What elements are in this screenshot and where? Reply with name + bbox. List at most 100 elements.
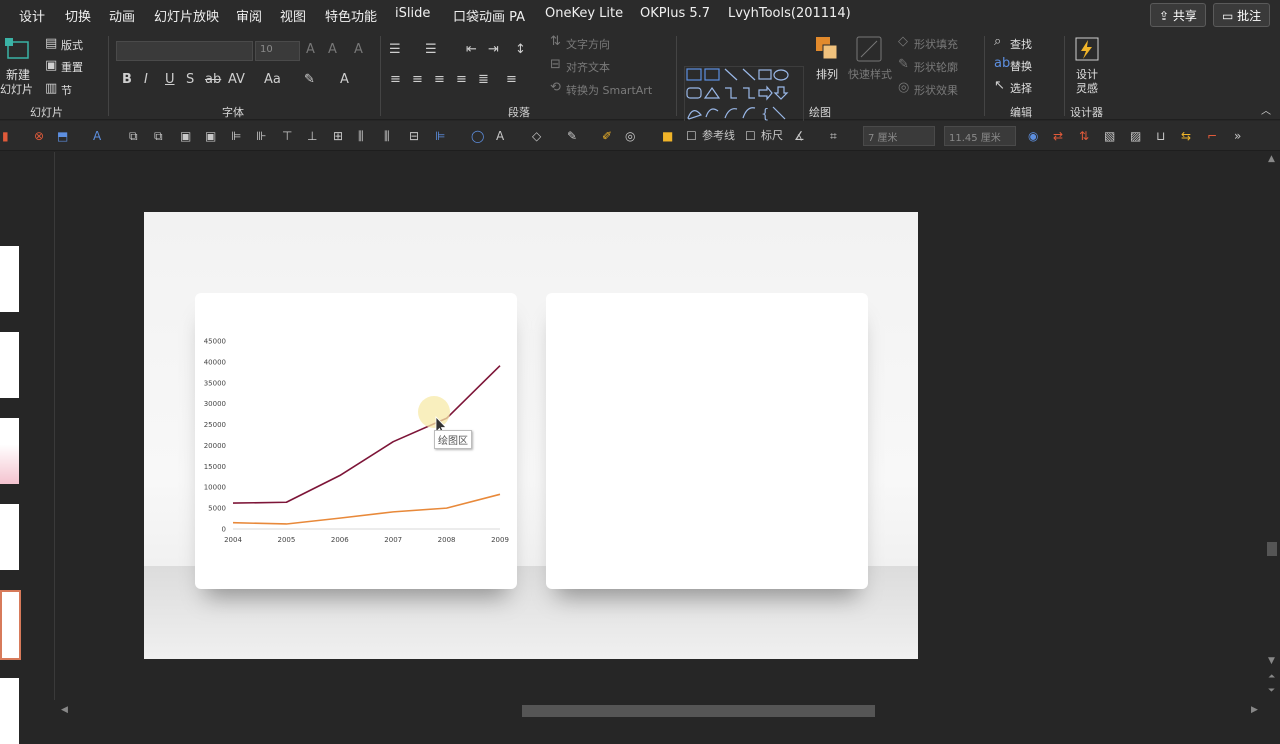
rotate-icon[interactable]: ∡ — [794, 129, 805, 143]
increase-indent-icon[interactable]: ⇥ — [488, 43, 499, 57]
menu-animations[interactable]: 动画 — [109, 6, 135, 25]
line-spacing-icon[interactable]: ↕ — [515, 43, 526, 57]
menu-islide[interactable]: iSlide — [395, 6, 430, 21]
replace-button[interactable]: 替换 — [1010, 58, 1032, 74]
size-tool-icon[interactable]: ⊔ — [1156, 129, 1165, 143]
vertical-scrollbar[interactable]: ▲ ▼ ⏶ ⏷ — [1264, 152, 1280, 700]
find-button[interactable]: 查找 — [1010, 36, 1032, 52]
align-middle-icon[interactable]: ⊞ — [333, 129, 343, 143]
distribute-v-icon[interactable]: ⫼ — [384, 129, 390, 143]
bullets-icon[interactable]: ☰ — [389, 43, 401, 57]
slide-thumbnail-selected[interactable] — [0, 590, 21, 660]
align-right-icon[interactable]: ≡ — [434, 73, 445, 87]
slide-thumbnail[interactable] — [0, 418, 19, 484]
scroll-right-icon[interactable]: ▶ — [1251, 705, 1258, 715]
menu-onekey-lite[interactable]: OneKey Lite — [545, 6, 623, 21]
text-color-icon[interactable]: A — [496, 129, 504, 143]
select-button[interactable]: 选择 — [1010, 80, 1032, 96]
italic-icon[interactable]: I — [144, 73, 148, 87]
more-tools-icon[interactable]: » — [1234, 129, 1241, 143]
font-color-icon[interactable]: A — [340, 73, 349, 87]
horizontal-scroll-thumb[interactable] — [522, 705, 875, 717]
quick-styles-icon[interactable] — [855, 35, 883, 65]
shape-width-field[interactable]: 11.45 厘米 — [944, 126, 1016, 146]
font-size-combo[interactable]: 10 — [255, 41, 300, 61]
ex-tool-icon[interactable]: ⊗ — [34, 129, 44, 143]
fill-bucket-icon[interactable]: ◇ — [532, 129, 541, 143]
change-case-icon[interactable]: Aa — [264, 73, 281, 87]
slide-thumbnail[interactable] — [0, 246, 19, 312]
text-box-icon[interactable]: A — [93, 129, 101, 143]
design-ideas-icon[interactable] — [1073, 35, 1101, 63]
menu-okplus[interactable]: OKPlus 5.7 — [640, 6, 710, 21]
char-spacing-icon[interactable]: AV — [228, 73, 245, 87]
swap-tool-icon[interactable]: ⇆ — [1181, 129, 1191, 143]
shrink-font-icon[interactable]: A — [328, 43, 337, 57]
menu-view[interactable]: 视图 — [280, 6, 306, 25]
align-center-shapes-icon[interactable]: ⊟ — [409, 129, 419, 143]
arrange-icon[interactable] — [814, 35, 840, 65]
slide-thumbnail[interactable] — [0, 678, 19, 744]
design-ideas-label-2[interactable]: 灵感 — [1076, 80, 1098, 96]
arrange-button[interactable]: 排列 — [816, 66, 838, 82]
circle-tool-icon[interactable]: ◉ — [1028, 129, 1038, 143]
flip-v-icon[interactable]: ⇅ — [1079, 129, 1089, 143]
new-slide-label-2[interactable]: 幻灯片 — [0, 81, 33, 97]
guides-checkbox[interactable]: ☐ — [686, 129, 697, 143]
bold-icon[interactable]: B — [122, 73, 132, 87]
trim-tool-icon[interactable]: ⌐ — [1207, 129, 1217, 143]
fill-color-icon[interactable]: ■ — [662, 129, 673, 143]
crop-icon[interactable]: ⌗ — [830, 129, 837, 143]
insert-shape-icon[interactable]: ⬒ — [57, 129, 68, 143]
scroll-left-icon[interactable]: ◀ — [61, 705, 68, 715]
underline-icon[interactable]: U — [165, 73, 175, 87]
slide-canvas[interactable]: 0 5000 10000 15000 20000 25000 30000 35000 40000… — [144, 212, 918, 659]
format-painter-icon[interactable]: ✐ — [602, 129, 612, 143]
next-slide-icon[interactable]: ⏷ — [1268, 686, 1275, 696]
shape-circle-icon[interactable]: ◯ — [471, 129, 484, 143]
shape-height-field[interactable]: 7 厘米 — [863, 126, 935, 146]
align-shape-icon[interactable]: ▮ — [2, 129, 9, 143]
menu-pocket-animation[interactable]: 口袋动画 PA — [453, 6, 525, 25]
menu-lvyhtools[interactable]: LvyhTools(201114) — [728, 6, 851, 21]
strikethrough-icon[interactable]: ab — [205, 73, 221, 87]
menu-review[interactable]: 审阅 — [236, 6, 262, 25]
shape-fill-button[interactable]: 形状填充 — [914, 36, 958, 52]
clear-format-icon[interactable]: A — [354, 43, 363, 57]
shape-effects-button[interactable]: 形状效果 — [914, 82, 958, 98]
prev-slide-icon[interactable]: ⏶ — [1268, 672, 1275, 682]
ruler-checkbox[interactable]: ☐ — [745, 129, 756, 143]
send-backward-icon[interactable]: ▣ — [205, 129, 216, 143]
grow-font-icon[interactable]: A — [306, 43, 315, 57]
picture-tool-icon[interactable]: ▨ — [1130, 129, 1141, 143]
vertical-scroll-thumb[interactable] — [1267, 542, 1277, 556]
shape-outline-button[interactable]: 形状轮廓 — [914, 59, 958, 75]
bring-forward-icon[interactable]: ▣ — [180, 129, 191, 143]
empty-card[interactable] — [546, 293, 868, 589]
shapes-gallery[interactable]: { — [684, 66, 804, 124]
align-top-icon[interactable]: ⊤ — [282, 129, 292, 143]
slide-thumbnail[interactable] — [0, 332, 19, 398]
image-tool-icon[interactable]: ▧ — [1104, 129, 1115, 143]
distributed-icon[interactable]: ≣ — [478, 73, 489, 87]
quick-styles-button[interactable]: 快速样式 — [848, 66, 892, 82]
justify-icon[interactable]: ≡ — [456, 73, 467, 87]
smartart-button[interactable]: 转换为 SmartArt — [566, 82, 652, 98]
highlight-icon[interactable]: ✎ — [304, 73, 315, 87]
align-bottom-icon[interactable]: ⊥ — [307, 129, 317, 143]
align-dropdown-icon[interactable]: ⊫ — [435, 129, 445, 143]
menu-design[interactable]: 设计 — [19, 6, 45, 25]
align-left-shapes-icon[interactable]: ⊫ — [231, 129, 241, 143]
ungroup-icon[interactable]: ⧉ — [154, 129, 163, 143]
group-icon[interactable]: ⧉ — [129, 129, 138, 143]
horizontal-scrollbar[interactable]: ◀ ▶ — [55, 702, 1264, 720]
merge-shapes-icon[interactable]: ◎ — [625, 129, 635, 143]
menu-slideshow[interactable]: 幻灯片放映 — [154, 6, 219, 25]
comment-button[interactable]: ▭ 批注 — [1213, 3, 1271, 27]
reset-button[interactable]: 重置 — [61, 59, 83, 75]
section-button[interactable]: 节 — [61, 82, 72, 98]
align-center-icon[interactable]: ≡ — [412, 73, 423, 87]
slide-thumbnail[interactable] — [0, 504, 19, 570]
decrease-indent-icon[interactable]: ⇤ — [466, 43, 477, 57]
scroll-down-icon[interactable]: ▼ — [1268, 656, 1275, 666]
